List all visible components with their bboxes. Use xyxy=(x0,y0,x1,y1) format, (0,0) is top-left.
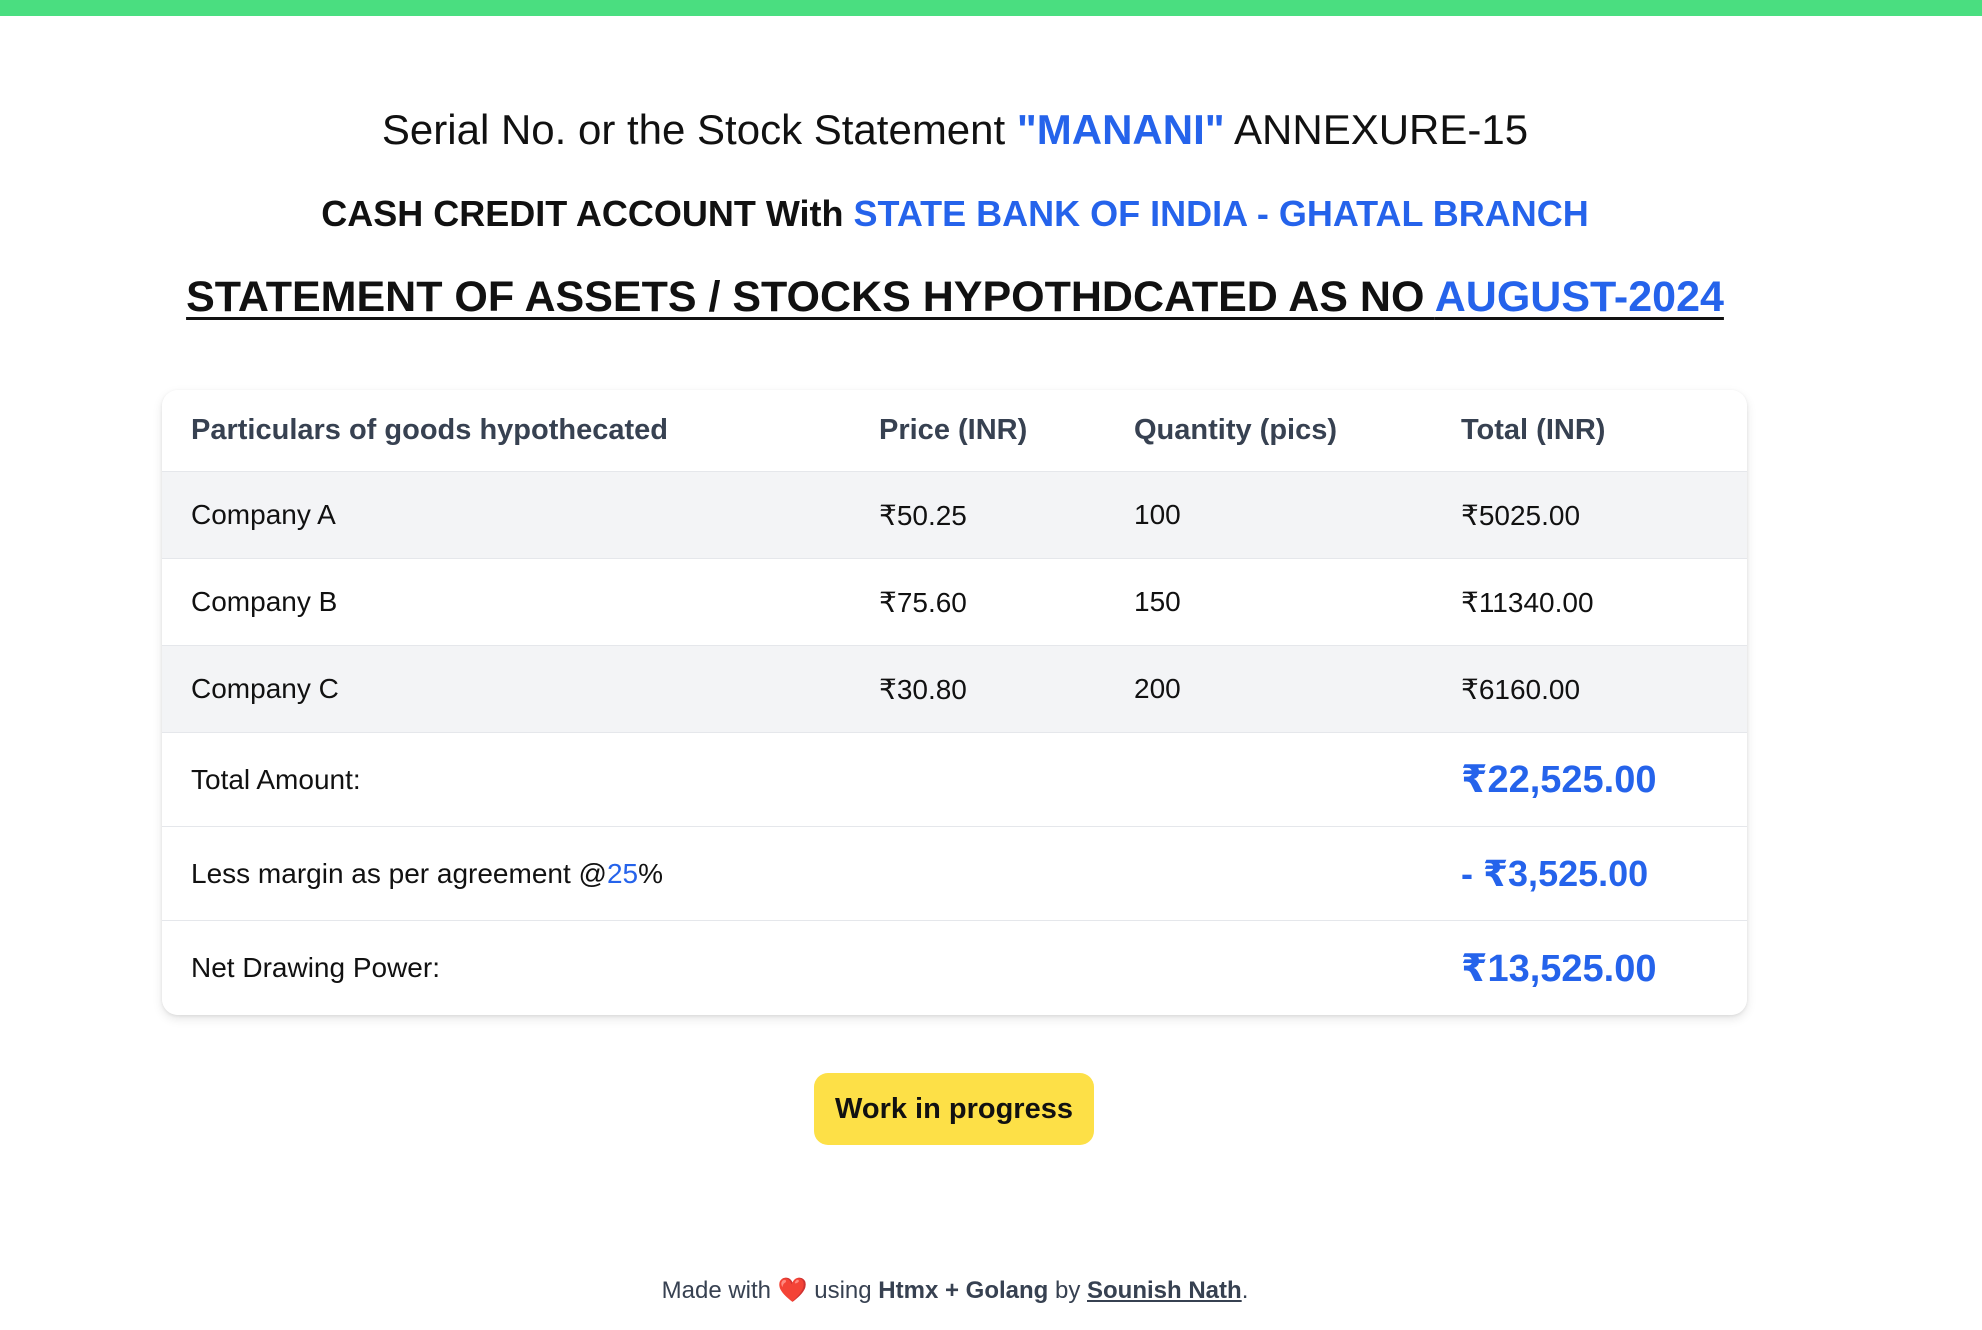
table-row: Company B ₹75.60 150 ₹11340.00 xyxy=(162,559,1747,646)
item-name: Company A xyxy=(191,499,336,530)
item-quantity: 200 xyxy=(1134,673,1181,704)
serial-heading-prefix: Serial No. or the Stock Statement xyxy=(381,106,1017,153)
margin-row: Less margin as per agreement @ 25% - ₹3,… xyxy=(162,827,1747,921)
author-link[interactable]: Sounish Nath xyxy=(1087,1277,1242,1304)
statement-title: STATEMENT OF ASSETS / STOCKS HYPOTHDCATE… xyxy=(0,273,1910,322)
column-header-total: Total (INR) xyxy=(1461,414,1606,446)
item-quantity: 150 xyxy=(1134,586,1181,617)
footer-period: . xyxy=(1241,1277,1249,1304)
bank-name: STATE BANK OF INDIA - GHATAL BRANCH xyxy=(853,193,1589,234)
table-row: Company C ₹30.80 200 ₹6160.00 xyxy=(162,646,1747,733)
account-heading: CASH CREDIT ACCOUNT With STATE BANK OF I… xyxy=(0,193,1910,235)
total-amount-value: ₹22,525.00 xyxy=(1461,759,1657,801)
column-header-price: Price (INR) xyxy=(879,414,1028,446)
table-header-row: Particulars of goods hypothecated Price … xyxy=(162,390,1747,472)
statement-period: AUGUST-2024 xyxy=(1434,273,1724,321)
item-total: ₹11340.00 xyxy=(1461,586,1594,618)
account-heading-prefix: CASH CREDIT ACCOUNT With xyxy=(321,193,854,234)
footer-using: using xyxy=(807,1277,879,1304)
column-header-particulars: Particulars of goods hypothecated xyxy=(191,414,668,446)
margin-percent: 25 xyxy=(606,857,639,889)
margin-percent-sign: % xyxy=(638,857,664,889)
statement-serial-heading: Serial No. or the Stock Statement "MANAN… xyxy=(0,106,1910,154)
footer: Made with ❤️ using Htmx + Golang by Soun… xyxy=(0,1276,1910,1305)
heart-icon: ❤️ xyxy=(777,1277,808,1304)
table-row: Company A ₹50.25 100 ₹5025.00 xyxy=(162,472,1747,559)
company-name: "MANANI" xyxy=(1016,106,1225,153)
total-amount-row: Total Amount: ₹22,525.00 xyxy=(162,733,1747,827)
margin-label: Less margin as per agreement @ 25% xyxy=(191,827,663,920)
statement-title-prefix: STATEMENT OF ASSETS / STOCKS HYPOTHDCATE… xyxy=(186,273,1435,321)
item-total: ₹6160.00 xyxy=(1461,673,1581,705)
item-price: ₹30.80 xyxy=(879,673,967,705)
margin-label-prefix: Less margin as per agreement @ xyxy=(191,857,607,889)
column-header-quantity: Quantity (pics) xyxy=(1134,414,1338,446)
net-drawing-power-label: Net Drawing Power: xyxy=(191,952,440,983)
item-price: ₹50.25 xyxy=(879,499,967,531)
net-drawing-power-row: Net Drawing Power: ₹13,525.00 xyxy=(162,921,1747,1015)
item-total: ₹5025.00 xyxy=(1461,499,1581,531)
total-amount-label: Total Amount: xyxy=(191,763,361,795)
top-accent-bar xyxy=(0,0,1982,16)
item-name: Company B xyxy=(191,586,338,617)
item-name: Company C xyxy=(191,673,339,704)
stock-statement-table: Particulars of goods hypothecated Price … xyxy=(162,390,1747,1015)
footer-by: by xyxy=(1048,1277,1088,1304)
work-in-progress-button[interactable]: Work in progress xyxy=(814,1073,1094,1145)
footer-made-with: Made with xyxy=(661,1277,778,1304)
item-price: ₹75.60 xyxy=(879,586,967,618)
net-drawing-power-value: ₹13,525.00 xyxy=(1461,947,1657,990)
margin-value: - ₹3,525.00 xyxy=(1461,852,1649,894)
annexure-label: ANNEXURE-15 xyxy=(1224,106,1529,153)
footer-tech-stack: Htmx + Golang xyxy=(878,1277,1049,1304)
item-quantity: 100 xyxy=(1134,499,1181,530)
